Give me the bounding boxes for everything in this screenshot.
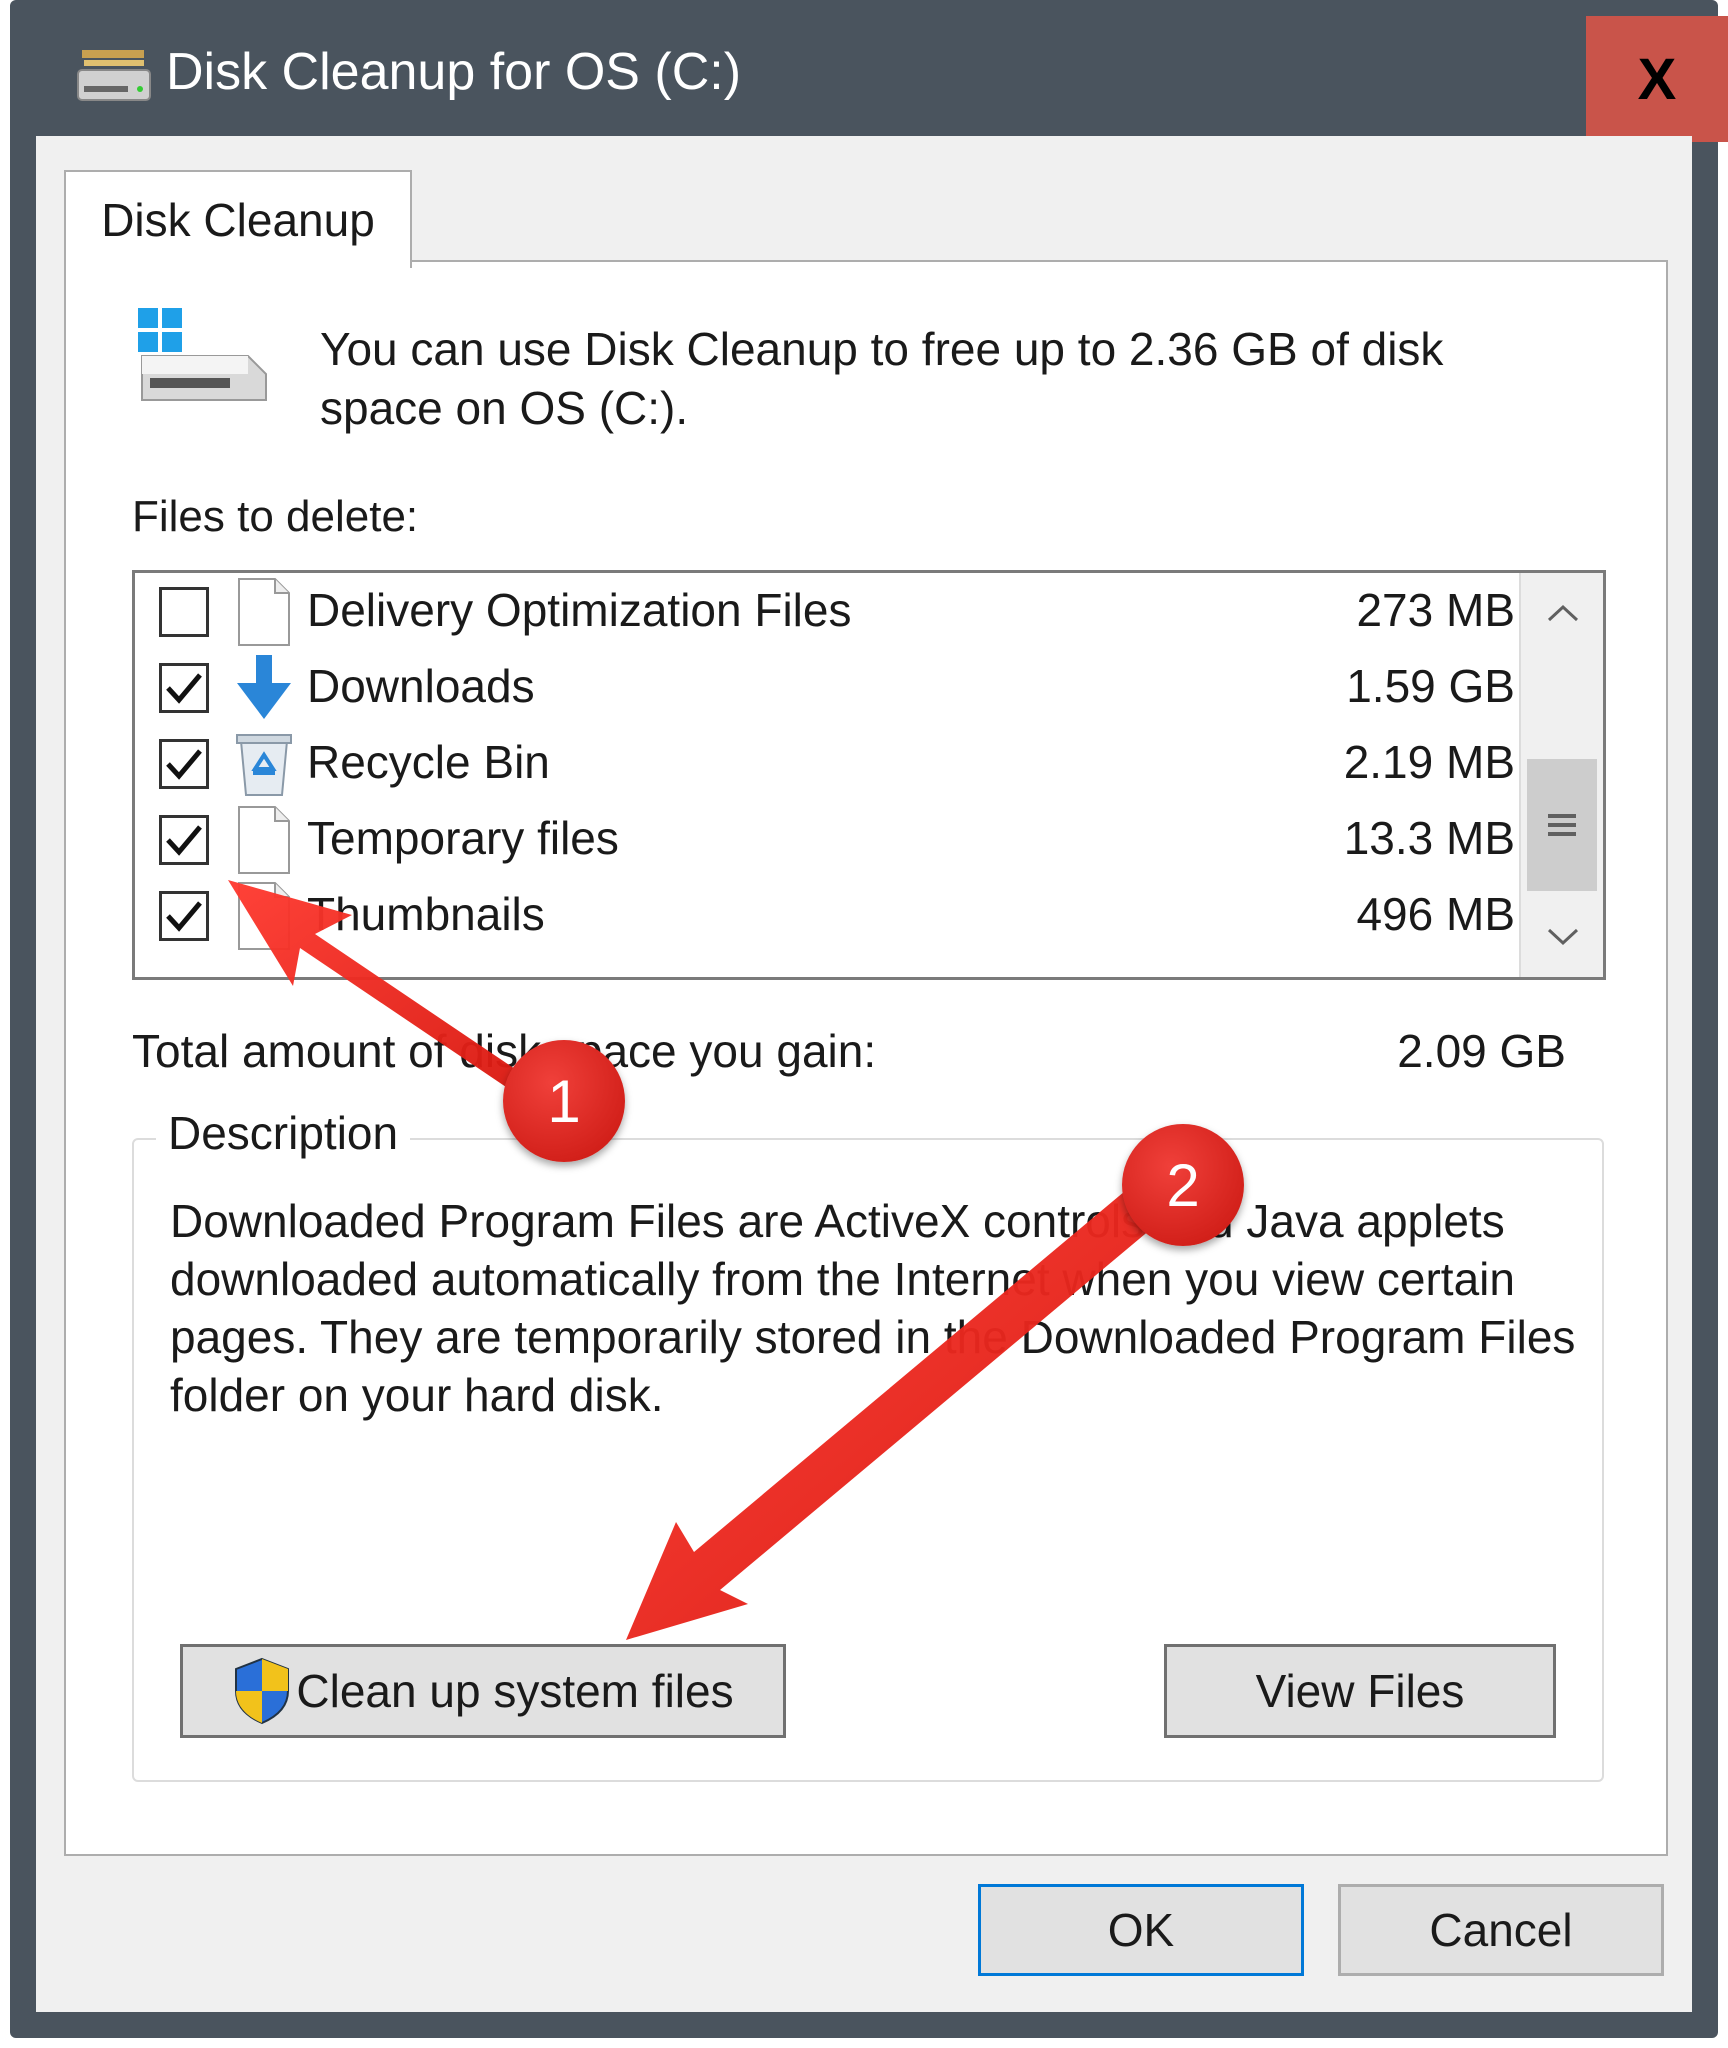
file-size: 13.3 MB [1343,812,1515,864]
file-icon [238,882,290,950]
files-list[interactable]: Delivery Optimization Files 273 MB Downl… [132,570,1606,980]
checkmark-icon [166,749,202,780]
file-size: 2.19 MB [1343,736,1515,788]
disk-cleanup-icon [77,50,151,101]
window-title: Disk Cleanup for OS (C:) [166,43,742,101]
annotation-badge-2: 2 [1122,1124,1244,1246]
cancel-button[interactable]: Cancel [1338,1884,1664,1976]
dialog-client: Disk Cleanup You can use Disk Cleanup to… [36,136,1692,2012]
checkmark-icon [166,901,202,932]
checkbox-delivery-optimization[interactable] [159,587,209,637]
view-files-button[interactable]: View Files [1164,1644,1556,1738]
title-bar[interactable]: Disk Cleanup for OS (C:) X [36,8,1728,142]
clean-up-system-files-button[interactable]: Clean up system files [180,1644,786,1738]
total-gain-value: 2.09 GB [1397,1025,1566,1077]
uac-shield-icon [235,1657,290,1725]
intro-text: You can use Disk Cleanup to free up to 2… [320,323,1444,434]
file-name: Delivery Optimization Files [307,584,852,636]
scroll-thumb[interactable] [1527,759,1597,891]
tab-disk-cleanup[interactable]: Disk Cleanup [64,170,412,268]
checkbox-downloads[interactable] [159,663,209,713]
download-arrow-icon [237,655,291,719]
description-group: Description Downloaded Program Files are… [132,1106,1604,1782]
list-item[interactable]: Downloads 1.59 GB [135,649,1515,725]
drive-icon [138,308,267,401]
list-item[interactable]: Recycle Bin 2.19 MB [135,725,1515,801]
file-size: 273 MB [1356,584,1515,636]
file-size: 1.59 GB [1346,660,1515,712]
scroll-up-button[interactable] [1521,573,1603,653]
checkbox-thumbnails[interactable] [159,891,209,941]
chevron-up-icon [1547,604,1579,622]
list-item[interactable]: Delivery Optimization Files 273 MB [135,573,1515,649]
close-button[interactable]: X [1586,16,1728,142]
chevron-down-icon [1547,928,1579,946]
checkmark-icon [166,825,202,856]
total-gain-label: Total amount of disk space you gain: [132,1025,877,1077]
file-name: Thumbnails [307,888,545,940]
recycle-bin-icon [236,734,292,796]
file-name: Recycle Bin [307,736,550,788]
annotation-badge-1: 1 [503,1040,625,1162]
list-item[interactable]: Temporary files 13.3 MB [135,801,1515,877]
file-icon [238,578,290,646]
file-name: Temporary files [307,812,619,864]
tab-panel: You can use Disk Cleanup to free up to 2… [64,260,1668,1856]
file-name: Downloads [307,660,535,712]
checkbox-temporary-files[interactable] [159,815,209,865]
ok-button[interactable]: OK [978,1884,1304,1976]
grip-icon [1548,814,1576,836]
list-item[interactable]: Thumbnails 496 MB [135,877,1515,953]
scroll-down-button[interactable] [1521,897,1603,977]
file-size: 496 MB [1356,888,1515,940]
file-icon [238,806,290,874]
checkmark-icon [166,673,202,704]
checkbox-recycle-bin[interactable] [159,739,209,789]
description-legend: Description [156,1106,411,1160]
list-scrollbar[interactable] [1519,573,1603,977]
description-text: Downloaded Program Files are ActiveX con… [170,1195,1576,1421]
files-to-delete-label: Files to delete: [132,492,419,541]
clean-up-system-files-label: Clean up system files [296,1665,734,1717]
